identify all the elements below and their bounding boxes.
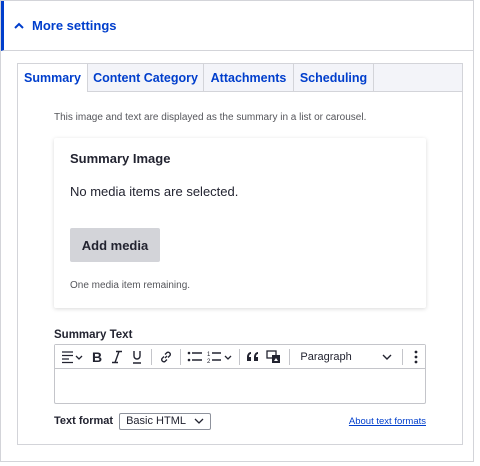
vertical-tabs: Summary Content Category Attachments Sch… <box>17 63 463 445</box>
media-remaining-note: One media item remaining. <box>70 280 191 291</box>
text-format-label: Text format <box>54 415 114 427</box>
summary-text-label: Summary Text <box>54 329 133 341</box>
summary-panel: This image and text are displayed as the… <box>18 92 462 444</box>
tab-bar: Summary Content Category Attachments Sch… <box>18 64 462 93</box>
editor-toolbar: B 12 Paragraph <box>55 345 425 369</box>
bulleted-list-icon[interactable] <box>185 347 205 367</box>
more-settings-title: More settings <box>32 18 117 33</box>
summary-description: This image and text are displayed as the… <box>54 112 367 123</box>
paragraph-select-value: Paragraph <box>300 350 352 363</box>
more-icon[interactable] <box>407 347 425 367</box>
tab-content-category[interactable]: Content Category <box>88 64 204 92</box>
tab-scheduling[interactable]: Scheduling <box>294 64 374 92</box>
toolbar-divider <box>179 348 181 365</box>
toolbar-divider <box>289 348 291 365</box>
about-text-formats-link[interactable]: About text formats <box>349 416 426 427</box>
text-format-value: Basic HTML <box>126 415 186 427</box>
more-settings-toggle[interactable]: More settings <box>1 1 473 51</box>
paragraph-select[interactable]: Paragraph <box>294 347 398 367</box>
summary-text-area[interactable] <box>55 370 425 403</box>
svg-text:1: 1 <box>207 352 211 358</box>
media-icon[interactable] <box>263 347 285 367</box>
tab-attachments[interactable]: Attachments <box>204 64 294 92</box>
numbered-list-icon[interactable]: 12 <box>205 347 235 367</box>
toolbar-divider <box>238 348 240 365</box>
summary-image-title: Summary Image <box>70 151 171 166</box>
toolbar-divider <box>402 348 404 365</box>
chevron-down-icon <box>194 418 204 424</box>
svg-text:B: B <box>92 350 102 364</box>
text-format-row: Text format Basic HTML About text format… <box>54 412 426 430</box>
svg-text:2: 2 <box>207 359 211 364</box>
toolbar-divider <box>150 348 152 365</box>
tab-summary[interactable]: Summary <box>18 64 88 93</box>
bold-icon[interactable]: B <box>87 347 107 367</box>
link-icon[interactable] <box>156 347 176 367</box>
summary-image-card: Summary Image No media items are selecte… <box>54 138 426 308</box>
summary-text-editor: B 12 Paragraph <box>54 344 426 404</box>
align-icon[interactable] <box>59 347 87 367</box>
text-format-select[interactable]: Basic HTML <box>119 412 212 430</box>
tab-bar-filler <box>374 64 462 91</box>
chevron-up-icon <box>14 22 24 29</box>
blockquote-icon[interactable] <box>244 347 264 367</box>
more-settings-details: More settings Summary Content Category A… <box>0 0 474 462</box>
underline-icon[interactable] <box>127 347 147 367</box>
italic-icon[interactable] <box>107 347 127 367</box>
chevron-down-icon <box>382 354 392 360</box>
add-media-button[interactable]: Add media <box>70 228 160 262</box>
empty-media-text: No media items are selected. <box>70 184 239 199</box>
